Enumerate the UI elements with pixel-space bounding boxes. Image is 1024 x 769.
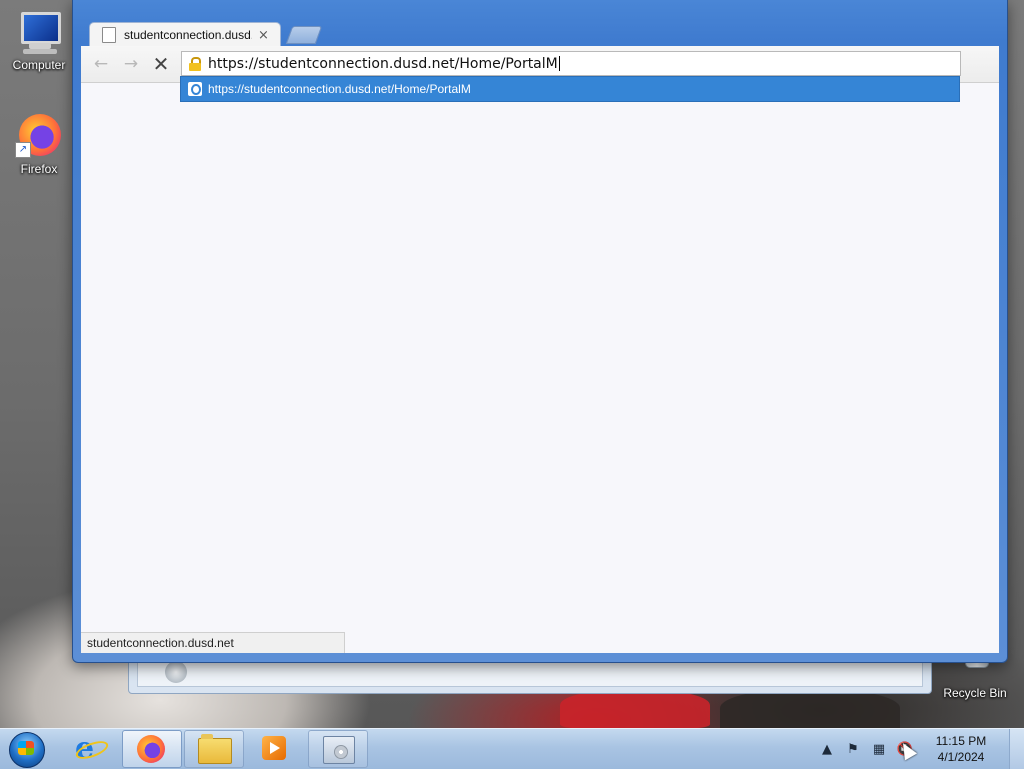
computer-icon: [15, 8, 63, 56]
forward-button[interactable]: →: [119, 52, 143, 76]
autocomplete-suggestion[interactable]: https://studentconnection.dusd.net/Home/…: [180, 76, 960, 102]
lock-icon[interactable]: [188, 56, 202, 71]
close-tab-icon[interactable]: ×: [258, 28, 269, 43]
suggestion-text: https://studentconnection.dusd.net/Home/…: [208, 82, 471, 96]
clock[interactable]: 11:15 PM 4/1/2024: [928, 733, 994, 765]
clock-date: 4/1/2024: [937, 750, 985, 764]
desktop-icon-label: Recycle Bin: [943, 686, 1007, 700]
windows-logo-icon: [18, 741, 34, 755]
installer-icon: [323, 736, 355, 764]
desktop-icon-computer[interactable]: Computer: [2, 8, 76, 72]
media-player-icon: [262, 736, 286, 760]
recycle-bin-icon: [165, 661, 187, 683]
wallpaper-detail: [720, 688, 900, 728]
start-button[interactable]: [4, 730, 48, 768]
desktop-icon-firefox[interactable]: ↗ Firefox: [2, 112, 76, 176]
network-icon[interactable]: ▦: [868, 739, 890, 759]
internet-explorer-icon: e: [73, 731, 111, 766]
tab-title: studentconnection.dusd.net/Home/PortalM: [124, 28, 252, 42]
taskbar-internet-explorer[interactable]: e: [60, 730, 118, 766]
back-button[interactable]: ←: [89, 52, 113, 76]
taskbar-media-player[interactable]: [246, 730, 304, 766]
taskbar-firefox[interactable]: [122, 730, 182, 768]
firefox-icon: [137, 735, 165, 763]
tab-strip: studentconnection.dusd.net/Home/PortalM …: [81, 20, 981, 47]
status-bubble: studentconnection.dusd.net: [81, 632, 345, 653]
taskbar-installer[interactable]: [308, 730, 368, 768]
desktop-icon-label: Computer: [12, 58, 66, 72]
windows-explorer-icon: [198, 734, 232, 764]
show-desktop-button[interactable]: [1009, 729, 1024, 769]
search-icon: [188, 82, 202, 96]
text-caret: [558, 56, 560, 71]
page-icon: [102, 27, 116, 43]
action-center-flag-icon[interactable]: ⚑: [842, 739, 864, 759]
stop-button[interactable]: ✕: [149, 52, 173, 76]
tab-active[interactable]: studentconnection.dusd.net/Home/PortalM …: [89, 22, 281, 47]
new-tab-button[interactable]: [285, 26, 323, 44]
wallpaper-detail: [560, 690, 710, 728]
desktop-icon-label: Firefox: [20, 162, 58, 176]
show-hidden-icons-button[interactable]: ▲: [816, 739, 838, 759]
address-bar-text[interactable]: https://studentconnection.dusd.net/Home/…: [208, 56, 558, 72]
taskbar-windows-explorer[interactable]: [184, 730, 244, 768]
taskbar: e ▲ ⚑ ▦ 🔇 11:15 PM 4/1/2024: [0, 728, 1024, 769]
address-bar[interactable]: https://studentconnection.dusd.net/Home/…: [181, 51, 961, 76]
clock-time: 11:15 PM: [935, 734, 987, 748]
firefox-icon: ↗: [15, 112, 63, 160]
page-content[interactable]: studentconnection.dusd.net: [81, 83, 999, 653]
